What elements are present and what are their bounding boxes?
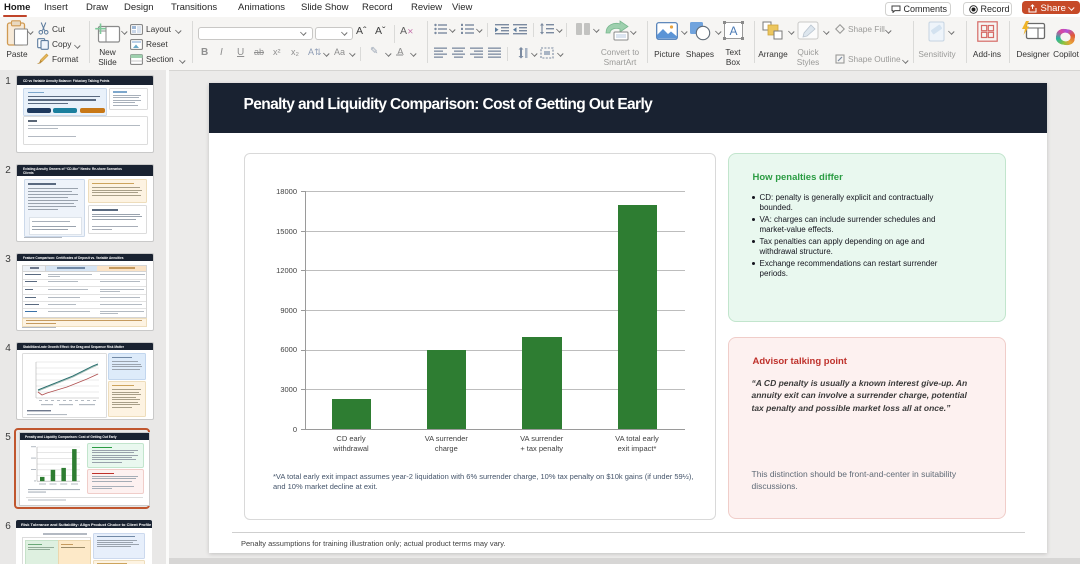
svg-text:A: A — [729, 24, 737, 38]
